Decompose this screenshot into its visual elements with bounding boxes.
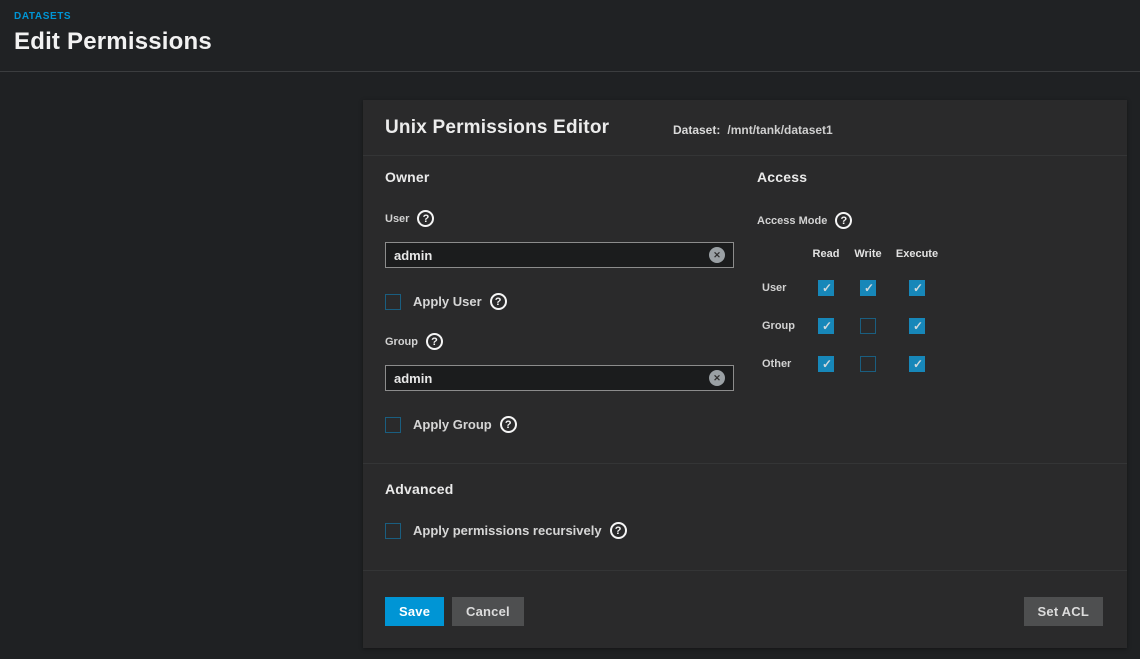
set-acl-button[interactable]: Set ACL xyxy=(1024,597,1103,626)
row-label-user: User xyxy=(757,282,805,294)
apply-group-row: Apply Group ? xyxy=(385,416,517,433)
user-input[interactable]: admin ✕ xyxy=(385,242,734,268)
advanced-heading: Advanced xyxy=(385,481,454,497)
other-read-checkbox[interactable] xyxy=(818,356,834,372)
owner-heading: Owner xyxy=(385,169,430,185)
other-write-checkbox[interactable] xyxy=(860,356,876,372)
access-matrix-header: Read Write Execute xyxy=(757,246,945,262)
access-row-other: Other xyxy=(757,356,945,372)
cancel-button[interactable]: Cancel xyxy=(452,597,524,626)
save-button[interactable]: Save xyxy=(385,597,444,626)
user-clear-icon[interactable]: ✕ xyxy=(709,247,725,263)
group-execute-checkbox[interactable] xyxy=(909,318,925,334)
apply-user-checkbox[interactable] xyxy=(385,294,401,310)
recursive-label: Apply permissions recursively xyxy=(413,523,602,538)
access-mode-help-icon[interactable]: ? xyxy=(835,212,852,229)
col-header-write: Write xyxy=(847,248,889,260)
row-label-group: Group xyxy=(757,320,805,332)
group-help-icon[interactable]: ? xyxy=(426,333,443,350)
user-input-value: admin xyxy=(394,248,709,263)
recursive-row: Apply permissions recursively ? xyxy=(385,522,627,539)
access-row-user: User xyxy=(757,280,945,296)
page-title: Edit Permissions xyxy=(14,28,212,56)
apply-group-checkbox[interactable] xyxy=(385,417,401,433)
user-label: User xyxy=(385,213,409,225)
group-input-value: admin xyxy=(394,371,709,386)
group-input[interactable]: admin ✕ xyxy=(385,365,734,391)
group-label: Group xyxy=(385,336,418,348)
group-write-checkbox[interactable] xyxy=(860,318,876,334)
row-label-other: Other xyxy=(757,358,805,370)
page-header: DATASETS Edit Permissions xyxy=(0,0,1140,72)
apply-user-help-icon[interactable]: ? xyxy=(490,293,507,310)
dataset-path: /mnt/tank/dataset1 xyxy=(727,123,832,137)
col-header-execute: Execute xyxy=(889,248,945,260)
user-execute-checkbox[interactable] xyxy=(909,280,925,296)
breadcrumb-datasets[interactable]: DATASETS xyxy=(14,11,71,22)
access-mode-label: Access Mode xyxy=(757,215,827,227)
unix-permissions-card: Unix Permissions Editor Dataset: /mnt/tan… xyxy=(363,100,1127,648)
access-heading: Access xyxy=(757,169,807,185)
user-field-label-row: User ? xyxy=(385,210,434,227)
apply-group-help-icon[interactable]: ? xyxy=(500,416,517,433)
access-row-group: Group xyxy=(757,318,945,334)
recursive-checkbox[interactable] xyxy=(385,523,401,539)
apply-user-row: Apply User ? xyxy=(385,293,507,310)
apply-group-label: Apply Group xyxy=(413,417,492,432)
user-read-checkbox[interactable] xyxy=(818,280,834,296)
access-mode-label-row: Access Mode ? xyxy=(757,212,852,229)
advanced-divider xyxy=(363,463,1127,464)
card-header: Unix Permissions Editor Dataset: /mnt/tan… xyxy=(363,100,1127,156)
group-read-checkbox[interactable] xyxy=(818,318,834,334)
recursive-help-icon[interactable]: ? xyxy=(610,522,627,539)
group-field-label-row: Group ? xyxy=(385,333,443,350)
card-title: Unix Permissions Editor xyxy=(385,117,609,139)
col-header-read: Read xyxy=(805,248,847,260)
user-help-icon[interactable]: ? xyxy=(417,210,434,227)
user-write-checkbox[interactable] xyxy=(860,280,876,296)
dataset-label: Dataset: xyxy=(673,123,720,137)
dataset-info: Dataset: /mnt/tank/dataset1 xyxy=(673,123,833,137)
apply-user-label: Apply User xyxy=(413,294,482,309)
other-execute-checkbox[interactable] xyxy=(909,356,925,372)
footer-divider xyxy=(363,570,1127,571)
group-clear-icon[interactable]: ✕ xyxy=(709,370,725,386)
